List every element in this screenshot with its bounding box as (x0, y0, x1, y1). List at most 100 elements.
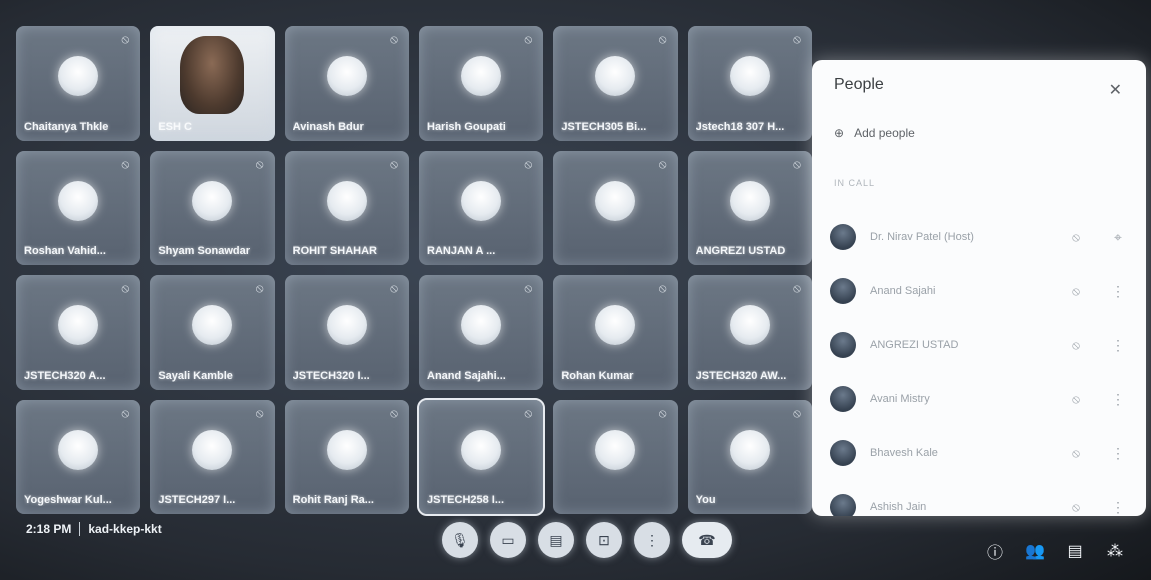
more-vert-icon[interactable]: ⋮ (1106, 283, 1130, 300)
mic-off-icon[interactable]: ⦸ (1066, 284, 1086, 299)
hang-up-icon: ☎ (698, 531, 716, 548)
participant-name: Sayali Kamble (158, 369, 233, 382)
present-button[interactable]: ⊡ (586, 522, 622, 558)
avatar (729, 429, 770, 470)
more-vert-icon[interactable]: ⋮ (1106, 337, 1130, 354)
mic-off-icon[interactable]: ⦸ (1066, 392, 1086, 407)
avatar (729, 305, 770, 346)
participant-tile[interactable]: ⦸ Harish Goupati (419, 26, 544, 141)
participant-tile[interactable]: ⦸ (553, 399, 678, 514)
participant-tile[interactable]: ⦸ JSTECH297 I... (150, 399, 275, 514)
participant-tile-speaking[interactable]: ⦸ JSTECH258 I... (416, 397, 546, 516)
participant-tile[interactable]: ⦸ JSTECH320 A... (16, 275, 141, 390)
more-vert-icon[interactable]: ⋮ (1106, 499, 1130, 516)
avatar (595, 56, 636, 97)
participant-tile[interactable]: ⦸ Jstech18 307 H... (687, 26, 812, 141)
participant-tile[interactable]: ⦸ JSTECH305 Bi... (553, 26, 678, 141)
mic-toggle-button[interactable]: 🎙 (442, 522, 478, 558)
captions-button[interactable]: ▤ (538, 522, 574, 558)
pin-icon[interactable]: ⌖ (1106, 229, 1130, 246)
avatar (326, 305, 367, 346)
participant-name: ROHIT SHAHAR (292, 245, 377, 257)
meeting-info: 2:18 PM kad-kkep-kkt (26, 522, 162, 536)
avatar (830, 494, 856, 516)
participant-tile[interactable]: ⦸ Rohit Ranj Ra... (284, 399, 409, 514)
participant-tile[interactable]: ⦸ Chaitanya Thkle (16, 26, 141, 141)
participant-name: Rohan Kumar (561, 369, 634, 382)
list-item[interactable]: Ashish Jain ⦸ ⋮ (830, 480, 1130, 516)
call-controls: 🎙 ▭ ▤ ⊡ ⋮ ☎ (442, 522, 732, 558)
meeting-time: 2:18 PM (26, 522, 72, 536)
mic-icon: 🎙 (451, 531, 469, 548)
camera-toggle-button[interactable]: ▭ (490, 522, 526, 558)
mic-off-icon: ⦸ (121, 156, 130, 171)
leave-call-button[interactable]: ☎ (682, 522, 732, 558)
avatar (461, 56, 502, 97)
mic-off-icon[interactable]: ⦸ (1066, 446, 1086, 461)
participant-tile[interactable]: ⦸ JSTECH320 I... (284, 275, 409, 390)
avatar (830, 224, 856, 250)
participant-tile[interactable]: ⦸ Anand Sajahi... (419, 275, 544, 390)
participant-tile[interactable]: ⦸ Roshan Vahid... (16, 150, 141, 265)
mic-off-icon: ⦸ (121, 32, 130, 46)
participant-tile-self[interactable]: ⦸ You (687, 399, 812, 514)
avatar (326, 180, 367, 221)
activities-icon[interactable]: ⁂ (1104, 540, 1126, 562)
mic-off-icon[interactable]: ⦸ (1066, 230, 1086, 245)
mic-off-icon: ⦸ (255, 156, 264, 171)
participant-tile[interactable]: ⦸ ANGREZI USTAD (687, 150, 812, 265)
avatar (830, 386, 856, 412)
people-list: Dr. Nirav Patel (Host) ⦸ ⌖ Anand Sajahi … (830, 210, 1130, 516)
mic-off-icon[interactable]: ⦸ (1066, 500, 1086, 515)
mic-off-icon: ⦸ (390, 281, 398, 295)
avatar (192, 180, 233, 221)
people-panel: People ✕ ⊕ Add people IN CALL Dr. Nirav … (812, 60, 1146, 516)
add-people-button[interactable]: ⊕ Add people (834, 126, 915, 140)
list-item[interactable]: Dr. Nirav Patel (Host) ⦸ ⌖ (830, 210, 1130, 264)
person-add-icon: ⊕ (834, 126, 845, 140)
participant-name: JSTECH297 I... (158, 494, 236, 506)
mic-off-icon: ⦸ (658, 156, 667, 171)
participant-tile[interactable]: ⦸ (553, 150, 678, 265)
participant-name: JSTECH305 Bi... (561, 120, 647, 133)
chat-icon[interactable]: ▤ (1064, 540, 1086, 562)
participant-tile[interactable]: ⦸ Avinash Bdur (284, 26, 409, 141)
mic-off-icon: ⦸ (524, 156, 533, 171)
participant-tile[interactable]: ⦸ Sayali Kamble (150, 275, 275, 390)
avatar (58, 429, 99, 470)
avatar (595, 305, 636, 346)
people-icon[interactable]: 👥 (1024, 540, 1046, 562)
list-item[interactable]: ANGREZI USTAD ⦸ ⋮ (830, 318, 1130, 372)
more-options-button[interactable]: ⋮ (634, 522, 670, 558)
mic-off-icon: ⦸ (524, 405, 533, 420)
meeting-code[interactable]: kad-kkep-kkt (88, 522, 161, 536)
section-label: IN CALL (834, 178, 876, 188)
participant-tile-video[interactable]: ESH C (150, 26, 275, 141)
participant-name: Shyam Sonawdar (158, 245, 251, 257)
mic-off-icon[interactable]: ⦸ (1066, 338, 1086, 353)
avatar (729, 56, 770, 97)
participant-tile[interactable]: ⦸ Yogeshwar Kul... (16, 399, 141, 514)
more-vert-icon[interactable]: ⋮ (1106, 391, 1130, 408)
participant-tile[interactable]: ⦸ Rohan Kumar (553, 275, 678, 390)
participant-name: Harish Goupati (427, 120, 506, 133)
participant-tile[interactable]: ⦸ ROHIT SHAHAR (284, 150, 409, 265)
list-item[interactable]: Bhavesh Kale ⦸ ⋮ (830, 426, 1130, 480)
participant-name: Chaitanya Thkle (24, 120, 109, 133)
more-vert-icon[interactable]: ⋮ (1106, 445, 1130, 462)
participant-tile[interactable]: ⦸ JSTECH320 AW... (687, 275, 812, 390)
info-icon[interactable]: ⓘ (984, 540, 1006, 562)
close-icon[interactable]: ✕ (1109, 80, 1122, 100)
participant-name: RANJAN A ... (427, 245, 496, 257)
add-people-label: Add people (854, 126, 915, 140)
participant-name: Rohit Ranj Ra... (292, 494, 374, 506)
mic-off-icon: ⦸ (658, 281, 667, 295)
mic-off-icon: ⦸ (390, 32, 398, 46)
participant-tile[interactable]: ⦸ RANJAN A ... (419, 150, 544, 265)
meeting-stage: ⦸ Chaitanya Thkle ESH C ⦸ Avinash Bdur ⦸ Ha… (0, 0, 1151, 580)
list-item[interactable]: Anand Sajahi ⦸ ⋮ (830, 264, 1130, 318)
participant-name: JSTECH320 AW... (695, 369, 787, 382)
list-item[interactable]: Avani Mistry ⦸ ⋮ (830, 372, 1130, 426)
participant-tile[interactable]: ⦸ Shyam Sonawdar (150, 150, 275, 265)
person-name: Bhavesh Kale (870, 447, 938, 459)
